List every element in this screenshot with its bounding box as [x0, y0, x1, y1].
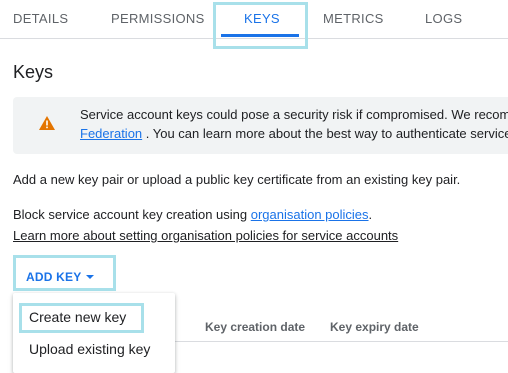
active-tab-indicator	[221, 34, 299, 37]
banner-text-line1: Service account keys could pose a securi…	[80, 107, 508, 122]
keys-table-header: Key creation date Key expiry date	[160, 314, 508, 342]
warning-icon	[39, 116, 55, 130]
column-key-creation-date: Key creation date	[205, 320, 306, 334]
add-key-menu: Create new key Upload existing key	[13, 293, 175, 373]
tab-details[interactable]: DETAILS	[13, 0, 68, 38]
caret-down-icon	[86, 275, 94, 279]
add-key-button[interactable]: ADD KEY	[13, 255, 116, 291]
block-text-end: .	[368, 207, 373, 222]
add-key-description: Add a new key pair or upload a public ke…	[13, 172, 461, 187]
block-key-creation-text: Block service account key creation using…	[13, 207, 372, 222]
learn-more-org-policies-link[interactable]: Learn more about setting organisation po…	[13, 228, 398, 243]
block-text: Block service account key creation using	[13, 207, 251, 222]
tab-logs[interactable]: LOGS	[425, 0, 462, 38]
menu-item-upload-existing-key[interactable]: Upload existing key	[13, 337, 175, 363]
tab-metrics[interactable]: METRICS	[323, 0, 384, 38]
add-key-label: ADD KEY	[26, 270, 82, 284]
tab-bar: DETAILS PERMISSIONS KEYS METRICS LOGS	[0, 0, 508, 39]
column-key-expiry-date: Key expiry date	[330, 320, 419, 334]
menu-item-label: Upload existing key	[29, 341, 151, 357]
security-warning-banner: Service account keys could pose a securi…	[13, 97, 508, 154]
federation-link[interactable]: Federation	[80, 126, 142, 141]
tab-keys[interactable]: KEYS	[244, 0, 280, 38]
table-divider	[460, 341, 508, 342]
banner-line2-rest: . You can learn more about the best way …	[142, 126, 508, 141]
page-title: Keys	[13, 62, 54, 82]
tab-permissions[interactable]: PERMISSIONS	[111, 0, 205, 38]
banner-text-line2: Federation . You can learn more about th…	[80, 126, 508, 141]
menu-item-create-new-key[interactable]: Create new key	[13, 305, 175, 331]
menu-item-label: Create new key	[29, 309, 127, 325]
organisation-policies-link[interactable]: organisation policies	[251, 207, 369, 222]
